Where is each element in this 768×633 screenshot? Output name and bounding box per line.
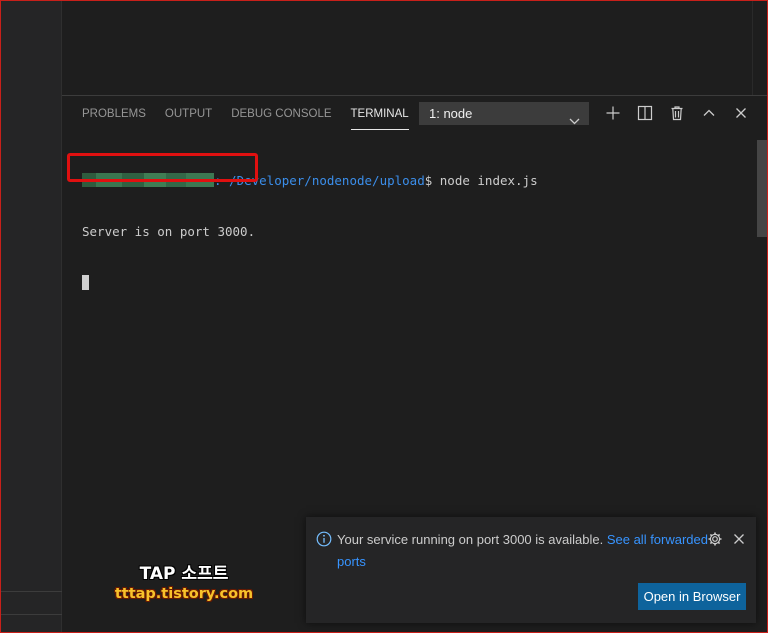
terminal-cursor-line <box>82 274 538 291</box>
terminal-select[interactable]: 1: node <box>419 102 589 125</box>
notification-text: Your service running on port 3000 is ava… <box>337 532 604 547</box>
split-terminal-button[interactable] <box>634 102 656 124</box>
terminal-output[interactable]: :~/Developer/nodenode/upload$ node index… <box>82 138 538 325</box>
editor-scrollbar[interactable] <box>752 1 767 95</box>
split-icon <box>634 105 656 121</box>
add-terminal-button[interactable] <box>602 102 624 124</box>
gear-icon[interactable] <box>707 531 723 547</box>
open-in-browser-button[interactable]: Open in Browser <box>638 583 746 610</box>
sidebar <box>1 1 62 632</box>
close-icon[interactable] <box>731 531 747 547</box>
terminal-scrollbar[interactable] <box>757 140 767 237</box>
watermark: TAP 소프트 tttap.tistory.com <box>104 563 264 604</box>
terminal-output-line: Server is on port 3000. <box>82 224 256 239</box>
close-icon <box>730 105 752 121</box>
terminal-command: node index.js <box>432 173 538 188</box>
watermark-site: tttap.tistory.com <box>114 586 254 602</box>
terminal-prompt-line: :~/Developer/nodenode/upload$ node index… <box>82 172 538 189</box>
maximize-panel-button[interactable] <box>698 102 720 124</box>
kill-terminal-button[interactable] <box>666 102 688 124</box>
sidebar-divider <box>1 614 62 615</box>
notification-message: Your service running on port 3000 is ava… <box>337 529 717 573</box>
prompt-path: :~/Developer/nodenode/upload <box>214 173 425 188</box>
tab-terminal[interactable]: TERMINAL <box>350 106 409 130</box>
tab-output[interactable]: OUTPUT <box>165 106 212 130</box>
panel-tabs: PROBLEMS OUTPUT DEBUG CONSOLE TERMINAL <box>82 106 428 130</box>
terminal-cursor <box>82 275 89 290</box>
close-panel-button[interactable] <box>730 102 752 124</box>
trash-icon <box>666 105 688 121</box>
redacted-username <box>82 173 214 187</box>
tab-debug-console[interactable]: DEBUG CONSOLE <box>231 106 331 130</box>
notification-toast: Your service running on port 3000 is ava… <box>306 517 756 623</box>
tab-problems[interactable]: PROBLEMS <box>82 106 146 130</box>
sidebar-divider <box>1 591 62 592</box>
editor-area <box>62 1 752 95</box>
add-icon <box>602 105 624 121</box>
info-icon <box>316 531 332 547</box>
terminal-select-value: 1: node <box>429 106 473 121</box>
chevron-down-icon <box>569 110 580 131</box>
watermark-title: TAP 소프트 <box>139 564 229 584</box>
chevron-up-icon <box>698 105 720 121</box>
